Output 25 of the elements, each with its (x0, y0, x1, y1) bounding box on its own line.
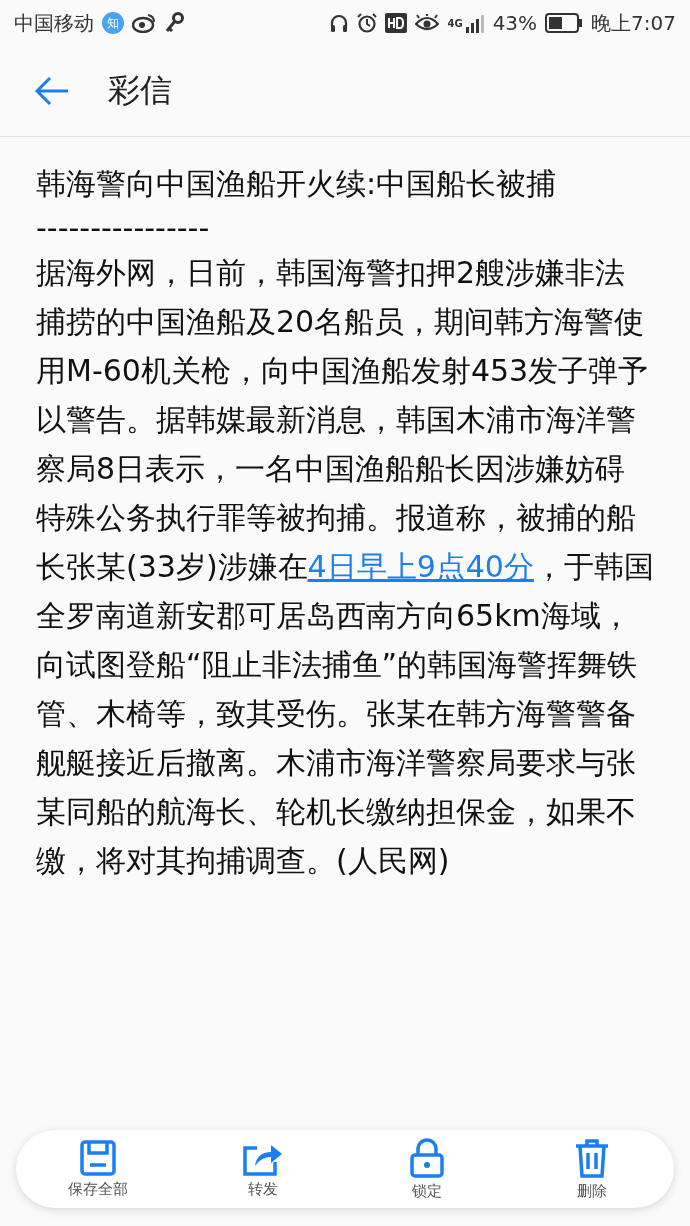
battery-icon (545, 13, 584, 33)
message-headline: 韩海警向中国渔船开火续:中国船长被捕 (36, 165, 558, 203)
message-body: 据海外网，日前，韩国海警扣押2艘涉嫌非法捕捞的中国渔船及20名船员，期间韩方海警使用M-60机关枪，向中国渔船发射453发子弹予以警告。据韩媒最新消息，韩国木浦市海洋警察局8日表示，一名中国渔船船长因涉嫌妨碍特殊公务执行罪等被拘捕。报道称，被捕的船长张某(33岁)涉嫌在4日早上9点40分，于韩国全罗南道新安郡可居岛西南方向65km海域，向试图登船“阻止非法捕鱼”的韩国海警挥舞铁管、木椅等，致其受伤。张某在韩方海警警备舰艇接近后撤离。木浦市海洋警察局要求与张某同船的航海长、轮机长缴纳担保金，如果不缴，将对其拘捕调查。(人民网) (36, 254, 654, 880)
eye-logo-icon (132, 13, 156, 33)
action-button[interactable]: 转发 (202, 1139, 323, 1199)
back-arrow-icon[interactable] (34, 76, 70, 106)
network-type: 4G (447, 17, 463, 29)
eye-icon (415, 14, 440, 32)
clock-time: 晚上7:07 (591, 9, 676, 37)
date-link[interactable]: 4日早上9点40分 (307, 549, 534, 584)
action-button[interactable]: 保存全部 (38, 1139, 159, 1199)
trash-can-icon (574, 1137, 609, 1178)
alarm-clock-icon (357, 13, 378, 33)
action-button[interactable]: 删除 (531, 1137, 652, 1201)
screen-title: 彩信 (108, 70, 172, 111)
action-button[interactable]: 锁定 (367, 1137, 488, 1201)
signal-icon (464, 13, 485, 33)
key-icon (164, 12, 184, 34)
separator-dashes: ---------------- (36, 209, 211, 247)
hd-icon (385, 13, 408, 33)
app-notification-badge: 知 (102, 12, 124, 34)
headphones-icon (329, 13, 350, 33)
padlock-icon (410, 1137, 445, 1178)
battery-percent: 43% (492, 11, 538, 35)
carrier-name: 中国移动 (14, 9, 94, 37)
